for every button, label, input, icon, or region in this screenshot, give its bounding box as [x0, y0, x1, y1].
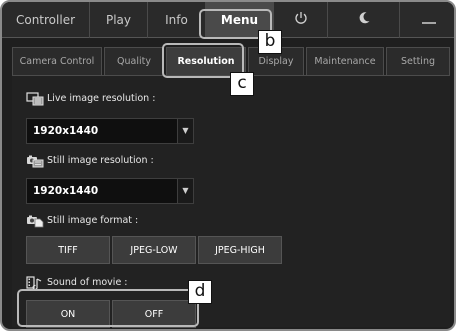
still-format-label: Still image format : — [26, 212, 138, 230]
live-resolution-label: Live image resolution : — [26, 90, 155, 108]
callout-d: d — [188, 280, 212, 304]
format-jpeg-high-button[interactable]: JPEG-HIGH — [198, 236, 282, 264]
subtab-camera-control[interactable]: Camera Control — [12, 47, 102, 75]
power-button[interactable] — [274, 2, 328, 38]
sound-buttons-highlight — [17, 289, 199, 327]
minimize-icon — [421, 3, 437, 39]
format-tiff-button[interactable]: TIFF — [26, 236, 110, 264]
callout-b: b — [258, 30, 282, 54]
format-jpeg-low-button[interactable]: JPEG-LOW — [112, 236, 196, 264]
minimize-button[interactable] — [400, 2, 454, 39]
subtab-setting[interactable]: Setting — [386, 47, 450, 75]
live-image-icon — [26, 91, 44, 106]
moon-icon — [357, 3, 371, 39]
night-mode-button[interactable] — [328, 2, 400, 38]
tab-play[interactable]: Play — [90, 2, 148, 38]
power-icon — [294, 3, 308, 39]
still-resolution-select[interactable]: 1920x1440 ▼ — [26, 178, 194, 204]
callout-c: c — [230, 72, 254, 96]
image-format-icon — [26, 214, 44, 228]
chevron-down-icon[interactable]: ▼ — [177, 119, 193, 143]
tab-info[interactable]: Info — [148, 2, 206, 38]
still-image-icon — [26, 154, 44, 168]
subtab-quality[interactable]: Quality — [104, 47, 164, 75]
chevron-down-icon[interactable]: ▼ — [177, 179, 193, 203]
live-resolution-select[interactable]: 1920x1440 ▼ — [26, 118, 194, 144]
subtab-maintenance[interactable]: Maintenance — [306, 47, 384, 75]
tab-controller[interactable]: Controller — [2, 2, 90, 38]
sound-movie-icon — [26, 275, 44, 290]
still-resolution-label: Still image resolution : — [26, 152, 154, 170]
